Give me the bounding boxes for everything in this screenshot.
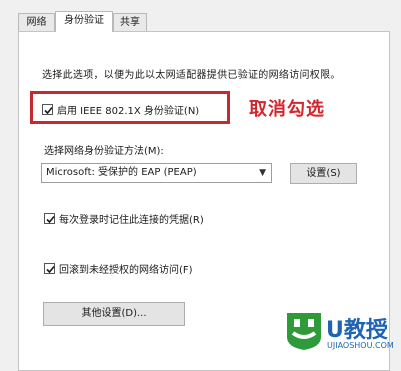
remember-credentials-label: 每次登录时记住此连接的凭据(R) bbox=[59, 215, 204, 226]
settings-button[interactable]: 设置(S) bbox=[290, 163, 357, 184]
auth-method-value: Microsoft: 受保护的 EAP (PEAP) bbox=[46, 167, 197, 178]
method-label: 选择网络身份验证方法(M): bbox=[44, 146, 164, 157]
checkmark-icon bbox=[44, 106, 53, 115]
checkmark-icon bbox=[46, 265, 55, 274]
remember-credentials-row[interactable]: 每次登录时记住此连接的凭据(R) bbox=[44, 211, 204, 226]
tab-sharing[interactable]: 共享 bbox=[113, 13, 147, 31]
description-text: 选择此选项，以便为此以太网适配器提供已验证的网络访问权限。 bbox=[42, 70, 341, 81]
svg-text:UJIAOSHOU.COM: UJIAOSHOU.COM bbox=[327, 341, 394, 350]
tab-authentication[interactable]: 身份验证 bbox=[55, 11, 113, 32]
checkmark-icon bbox=[46, 215, 55, 224]
svg-text:U教授: U教授 bbox=[326, 317, 389, 343]
tab-network[interactable]: 网络 bbox=[18, 13, 55, 31]
enable-8021x-checkbox[interactable] bbox=[42, 104, 53, 115]
enable-8021x-label: 启用 IEEE 802.1X 身份验证(N) bbox=[57, 106, 200, 117]
chevron-down-icon[interactable]: ▼ bbox=[259, 164, 266, 182]
other-settings-button[interactable]: 其他设置(D)... bbox=[43, 302, 185, 326]
fallback-unauthorized-row[interactable]: 回滚到未经授权的网络访问(F) bbox=[44, 261, 193, 276]
annotation-text: 取消勾选 bbox=[249, 99, 325, 120]
fallback-unauthorized-label: 回滚到未经授权的网络访问(F) bbox=[59, 265, 193, 276]
fallback-unauthorized-checkbox[interactable] bbox=[44, 263, 55, 274]
auth-method-select[interactable]: Microsoft: 受保护的 EAP (PEAP) ▼ bbox=[41, 163, 272, 183]
ujiaoshou-logo: U教授 UJIAOSHOU.COM bbox=[287, 313, 394, 350]
remember-credentials-checkbox[interactable] bbox=[44, 213, 55, 224]
enable-8021x-checkbox-row[interactable]: 启用 IEEE 802.1X 身份验证(N) bbox=[42, 102, 199, 117]
